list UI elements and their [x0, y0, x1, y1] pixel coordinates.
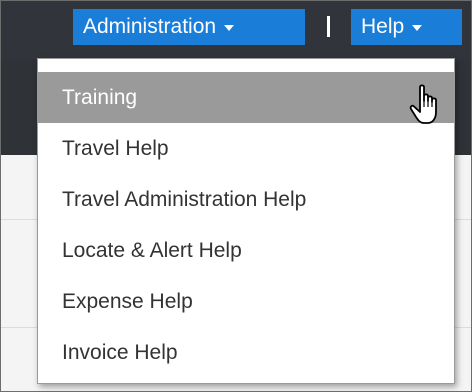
- menu-item-label: Invoice Help: [62, 341, 178, 364]
- menu-item-travel-help[interactable]: Travel Help: [38, 123, 454, 174]
- help-dropdown-menu: Training Travel Help Travel Administrati…: [37, 58, 455, 384]
- top-navigation-bar: Administration Help: [1, 1, 471, 59]
- help-menu-label: Help: [361, 15, 405, 38]
- menu-item-invoice-help[interactable]: Invoice Help: [38, 327, 454, 378]
- menu-item-expense-help[interactable]: Expense Help: [38, 276, 454, 327]
- caret-down-icon: [224, 25, 235, 31]
- menu-item-locate-alert-help[interactable]: Locate & Alert Help: [38, 225, 454, 276]
- menu-item-label: Training: [62, 86, 138, 109]
- caret-down-icon: [412, 25, 423, 31]
- menu-item-label: Travel Help: [62, 137, 169, 160]
- administration-menu-button[interactable]: Administration: [73, 9, 305, 45]
- menu-item-label: Locate & Alert Help: [62, 239, 242, 262]
- administration-menu-label: Administration: [83, 15, 217, 38]
- menu-item-travel-administration-help[interactable]: Travel Administration Help: [38, 174, 454, 225]
- menu-item-label: Expense Help: [62, 290, 193, 313]
- menu-item-training[interactable]: Training: [38, 72, 454, 123]
- nav-divider: [327, 16, 330, 37]
- menu-item-label: Travel Administration Help: [62, 188, 307, 211]
- help-menu-button[interactable]: Help: [351, 9, 462, 45]
- app-window: Administration Help Training Travel Help…: [0, 0, 472, 392]
- hand-pointer-icon: [409, 84, 437, 124]
